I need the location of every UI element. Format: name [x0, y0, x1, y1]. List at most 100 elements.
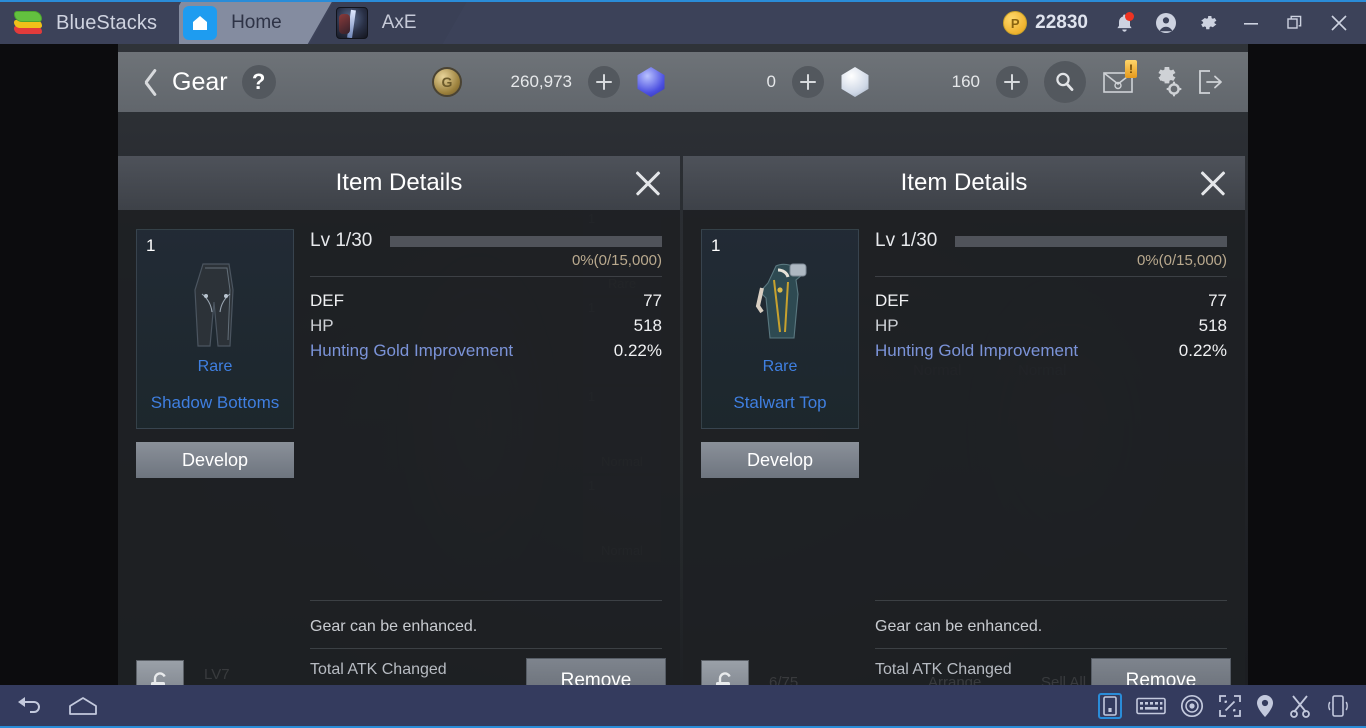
mail-icon[interactable]: !: [1096, 59, 1142, 105]
item-rarity: Rare: [197, 358, 233, 375]
level-progress-bar: [390, 236, 662, 247]
bluestacks-brand: BlueStacks: [0, 2, 180, 44]
axe-game-icon: [335, 7, 368, 39]
divider: [875, 276, 1227, 277]
shake-device-icon[interactable]: [1326, 694, 1350, 718]
panel-body: 1 Rare Shadow Bottoms Develop Lv 1/30 0%…: [118, 210, 680, 685]
currency-white-gem: 160: [840, 67, 990, 97]
currency-blue-gem: 0: [636, 67, 786, 97]
stat-label: Hunting Gold Improvement: [875, 341, 1079, 360]
back-chevron-icon[interactable]: [132, 62, 166, 102]
panel-footer: LV7 Blustak Remove: [118, 652, 680, 685]
currency-blue-gem-value: 0: [766, 72, 776, 91]
location-icon[interactable]: [1256, 694, 1274, 718]
panel-title-bar: Item Details: [683, 156, 1245, 210]
divider: [310, 276, 662, 277]
home-icon[interactable]: [68, 695, 98, 717]
tab-axe-label: AxE: [381, 12, 417, 33]
develop-button[interactable]: Develop: [701, 442, 859, 478]
panel-title-bar: Item Details: [118, 156, 680, 210]
android-nav-left: [0, 695, 98, 717]
remove-button[interactable]: Remove: [526, 658, 666, 685]
stat-label: Hunting Gold Improvement: [310, 341, 514, 360]
stat-label: HP: [875, 316, 899, 335]
level-label: Lv 1/30: [875, 230, 938, 251]
stat-list: DEF 77 HP 518 Hunting Gold Improvement 0…: [875, 288, 1227, 363]
item-quantity: 1: [146, 236, 156, 255]
bluestacks-points-value: 22830: [1035, 12, 1088, 33]
mail-badge: !: [1125, 60, 1137, 78]
restore-icon[interactable]: [1276, 5, 1314, 41]
white-gem-icon: [841, 67, 869, 97]
close-icon[interactable]: [1195, 165, 1231, 201]
develop-button[interactable]: Develop: [136, 442, 294, 478]
stat-row: Hunting Gold Improvement 0.22%: [875, 338, 1227, 363]
close-icon[interactable]: [630, 165, 666, 201]
search-icon[interactable]: [1044, 61, 1086, 103]
macro-record-icon[interactable]: [1180, 694, 1204, 718]
gear-icon[interactable]: [1190, 5, 1226, 41]
tab-home[interactable]: Home: [157, 2, 332, 44]
add-blue-gem-button[interactable]: [792, 66, 824, 98]
unlocked-padlock-icon[interactable]: [136, 660, 184, 685]
ghost-label: LV7: [204, 666, 230, 683]
stat-value: 0.22%: [1178, 341, 1227, 360]
level-progress-label: 0%(0/15,000): [571, 252, 662, 269]
add-white-gem-button[interactable]: [996, 66, 1028, 98]
titlebar-actions: P 22830: [1003, 2, 1366, 44]
screenshot-scissors-icon[interactable]: [1288, 694, 1312, 718]
stat-value: 77: [643, 291, 662, 310]
enhance-note: Gear can be enhanced.: [310, 618, 478, 635]
item-name: Shadow Bottoms: [150, 393, 280, 412]
level-row: Lv 1/30 0%(0/15,000): [310, 230, 662, 276]
stat-list: DEF 77 HP 518 Hunting Gold Improvement 0…: [310, 288, 662, 363]
stat-value: 77: [1208, 291, 1227, 310]
leather-leggings-icon: [137, 258, 293, 353]
stat-label: HP: [310, 316, 334, 335]
bluestacks-brand-label: BlueStacks: [56, 11, 158, 34]
panel-title: Item Details: [335, 169, 463, 196]
close-icon[interactable]: [1320, 5, 1358, 41]
bluestacks-points-coin-icon: P: [1003, 11, 1028, 35]
ghost-label: 6/75: [769, 674, 799, 685]
settings-gear-icon[interactable]: [1142, 59, 1188, 105]
bell-icon[interactable]: [1106, 5, 1142, 41]
blue-gem-icon: [637, 67, 665, 97]
help-button[interactable]: ?: [241, 65, 276, 99]
tab-home-label: Home: [231, 12, 282, 33]
stat-row: HP 518: [875, 313, 1227, 338]
game-viewport: 1 Rare 1 1 Normal 1 Normal Normal Norma: [0, 44, 1366, 685]
bluestacks-points[interactable]: P 22830: [1003, 11, 1088, 35]
stat-label: DEF: [310, 291, 344, 310]
back-icon[interactable]: [16, 695, 46, 717]
fullscreen-icon[interactable]: [1218, 694, 1242, 718]
stat-label: DEF: [875, 291, 909, 310]
level-row: Lv 1/30 0%(0/15,000): [875, 230, 1227, 276]
panel-body: 1 Rare Stalwart Top Develop Lv 1/30 0%(0…: [683, 210, 1245, 685]
item-card[interactable]: 1 Rare Shadow Bottoms: [136, 229, 294, 429]
notification-dot: [1125, 12, 1134, 21]
exit-icon[interactable]: [1188, 59, 1234, 105]
home-icon: [183, 6, 218, 40]
tab-axe[interactable]: AxE: [310, 2, 467, 44]
currency-white-gem-value: 160: [951, 72, 980, 91]
portrait-mode-icon[interactable]: [1098, 692, 1122, 719]
ghost-label: Arrange: [928, 674, 982, 685]
add-gold-button[interactable]: [588, 66, 620, 98]
keyboard-icon[interactable]: [1136, 696, 1166, 716]
stat-row: DEF 77: [310, 288, 662, 313]
remove-button[interactable]: Remove: [1091, 658, 1231, 685]
unlocked-padlock-icon[interactable]: [701, 660, 749, 685]
panel-footer: 6/75 Arrange Sell All Remove: [683, 652, 1245, 685]
armored-bodice-icon: [702, 258, 858, 353]
panel-title: Item Details: [900, 169, 1028, 196]
item-rarity: Rare: [762, 358, 798, 375]
divider: [310, 648, 662, 649]
level-label: Lv 1/30: [310, 230, 373, 251]
header-currencies: G 260,973 0 160 !: [432, 59, 1234, 105]
level-progress-label: 0%(0/15,000): [1136, 252, 1227, 269]
bluestacks-titlebar: BlueStacks Home AxE P 22830: [0, 0, 1366, 44]
minimize-icon[interactable]: [1232, 5, 1270, 41]
item-card[interactable]: 1 Rare Stalwart Top: [701, 229, 859, 429]
account-icon[interactable]: [1148, 5, 1184, 41]
